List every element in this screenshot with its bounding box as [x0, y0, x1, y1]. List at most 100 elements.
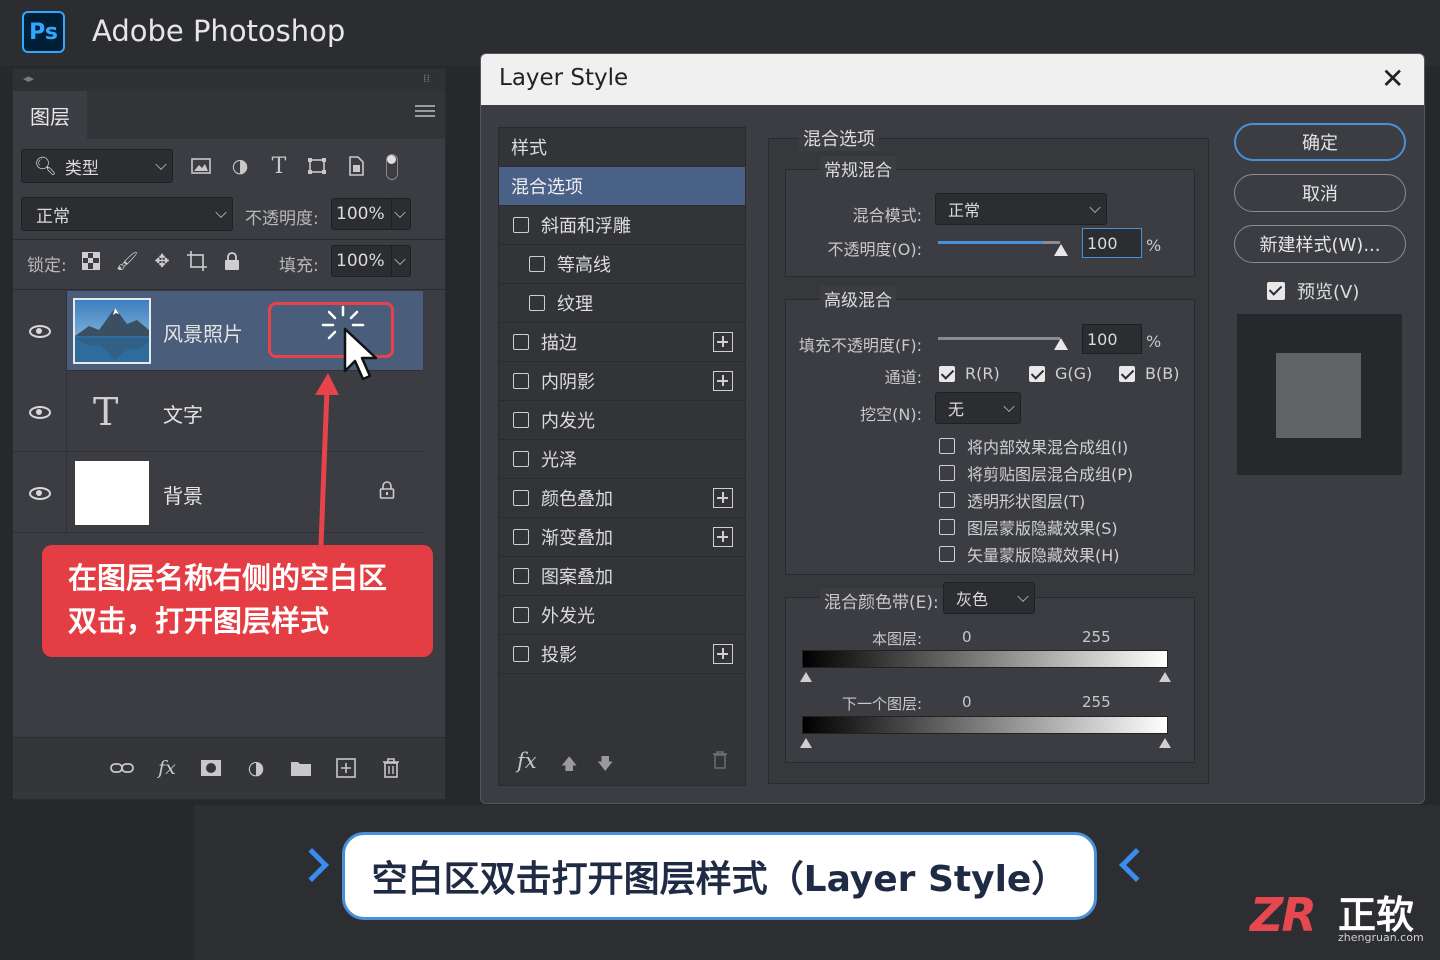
collapse-icon[interactable]: ◂▸ [23, 72, 34, 85]
style-item-contour[interactable]: 等高线 [499, 245, 745, 284]
checkbox[interactable] [939, 492, 955, 508]
new-adjustment-layer-icon[interactable]: ◑ [243, 756, 269, 780]
option-layer-mask-hides[interactable]: 图层蒙版隐藏效果(S) [939, 515, 1118, 539]
smart-object-filter-icon[interactable] [344, 155, 368, 177]
add-effect-icon[interactable] [713, 371, 733, 391]
checkbox[interactable] [513, 568, 529, 584]
delete-layer-icon[interactable] [378, 756, 404, 780]
this-layer-black-slider[interactable] [800, 672, 812, 682]
move-down-icon[interactable]: 🡇 [597, 753, 613, 780]
style-item-bevel-emboss[interactable]: 斜面和浮雕 [499, 206, 745, 245]
panel-drag-strip[interactable]: ◂▸ ⁞⁞ [13, 69, 445, 91]
knockout-select[interactable]: 无 [935, 392, 1021, 424]
channel-g[interactable]: G(G) [1029, 364, 1092, 383]
checkbox[interactable] [939, 546, 955, 562]
blend-if-select[interactable]: 灰色 [943, 582, 1035, 614]
dialog-blend-mode-select[interactable]: 正常 [935, 193, 1107, 225]
new-layer-icon[interactable] [333, 756, 359, 780]
style-item-outer-glow[interactable]: 外发光 [499, 596, 745, 635]
layer-name[interactable]: 背景 [163, 480, 203, 509]
checkbox[interactable] [513, 646, 529, 662]
style-item-inner-shadow[interactable]: 内阴影 [499, 362, 745, 401]
fill-opacity-slider[interactable] [938, 337, 1060, 340]
opacity-slider-thumb[interactable] [1054, 244, 1068, 256]
checkbox[interactable] [513, 607, 529, 623]
dialog-title-bar[interactable]: Layer Style ✕ [481, 54, 1424, 105]
fill-dropdown-button[interactable] [391, 245, 411, 277]
add-mask-icon[interactable] [198, 756, 224, 780]
style-item-color-overlay[interactable]: 颜色叠加 [499, 479, 745, 518]
tab-layers[interactable]: 图层 [13, 91, 87, 139]
fill-opacity-slider-thumb[interactable] [1054, 338, 1068, 350]
cancel-button[interactable]: 取消 [1234, 174, 1406, 212]
checkbox[interactable] [939, 365, 955, 382]
preview-toggle[interactable]: 预览(V) [1267, 278, 1359, 304]
style-item-drop-shadow[interactable]: 投影 [499, 635, 745, 674]
lock-image-pixels-icon[interactable]: 🖌︎ [115, 249, 139, 273]
move-up-icon[interactable]: 🡅 [561, 753, 577, 780]
lock-all-icon[interactable] [220, 249, 244, 273]
style-item-inner-glow[interactable]: 内发光 [499, 401, 745, 440]
link-layers-icon[interactable] [109, 756, 135, 780]
checkbox[interactable] [513, 373, 529, 389]
add-layer-style-icon[interactable]: fx [154, 756, 180, 780]
channel-r[interactable]: R(R) [939, 364, 1000, 383]
dialog-opacity-input[interactable]: 100 [1082, 228, 1142, 258]
add-effect-icon[interactable] [713, 527, 733, 547]
grip-icon[interactable]: ⁞⁞ [423, 72, 430, 85]
this-layer-white-slider[interactable] [1159, 672, 1171, 682]
fill-opacity-input[interactable]: 100 [1082, 324, 1142, 354]
visibility-toggle[interactable] [13, 291, 67, 371]
layer-row-background[interactable]: 背景 [13, 453, 423, 533]
checkbox[interactable] [1119, 365, 1135, 382]
checkbox[interactable] [513, 490, 529, 506]
checkbox[interactable] [1267, 282, 1285, 300]
checkbox[interactable] [513, 334, 529, 350]
style-item-gradient-overlay[interactable]: 渐变叠加 [499, 518, 745, 557]
underlying-black-slider[interactable] [800, 738, 812, 748]
visibility-toggle[interactable] [13, 372, 67, 452]
checkbox[interactable] [529, 295, 545, 311]
new-style-button[interactable]: 新建样式(W)... [1234, 225, 1406, 263]
visibility-toggle[interactable] [13, 453, 67, 533]
opacity-dropdown-button[interactable] [391, 198, 411, 230]
underlying-white-slider[interactable] [1159, 738, 1171, 748]
style-item-satin[interactable]: 光泽 [499, 440, 745, 479]
filter-toggle-switch[interactable] [386, 154, 398, 180]
checkbox[interactable] [513, 529, 529, 545]
add-effect-icon[interactable] [713, 644, 733, 664]
checkbox[interactable] [513, 412, 529, 428]
fx-menu-icon[interactable]: fx [517, 749, 537, 773]
close-icon[interactable]: ✕ [1381, 62, 1404, 95]
checkbox[interactable] [513, 217, 529, 233]
checkbox[interactable] [513, 451, 529, 467]
opacity-slider[interactable] [938, 241, 1060, 244]
option-transparency-shapes[interactable]: 透明形状图层(T) [939, 488, 1085, 512]
lock-transparent-pixels-icon[interactable] [79, 249, 103, 273]
new-group-icon[interactable] [288, 756, 314, 780]
layer-filter-select[interactable]: 🔍︎ 类型 [21, 149, 173, 183]
layer-name[interactable]: 文字 [163, 399, 203, 428]
checkbox[interactable] [1029, 365, 1045, 382]
layer-name[interactable]: 风景照片 [163, 318, 243, 347]
style-item-texture[interactable]: 纹理 [499, 284, 745, 323]
image-filter-icon[interactable] [189, 155, 213, 177]
lock-position-icon[interactable]: ✥ [150, 249, 174, 273]
checkbox[interactable] [939, 438, 955, 454]
shape-filter-icon[interactable] [305, 155, 329, 177]
channel-b[interactable]: B(B) [1119, 364, 1179, 383]
option-blend-interior-effects[interactable]: 将内部效果混合成组(I) [939, 434, 1128, 458]
style-item-pattern-overlay[interactable]: 图案叠加 [499, 557, 745, 596]
add-effect-icon[interactable] [713, 488, 733, 508]
delete-effect-icon[interactable] [712, 751, 728, 773]
style-item-stroke[interactable]: 描边 [499, 323, 745, 362]
checkbox[interactable] [939, 465, 955, 481]
option-vector-mask-hides[interactable]: 矢量蒙版隐藏效果(H) [939, 542, 1120, 566]
lock-artboard-icon[interactable] [185, 249, 209, 273]
panel-menu-icon[interactable] [415, 105, 435, 119]
adjustment-filter-icon[interactable]: ◑ [228, 155, 252, 177]
type-filter-icon[interactable]: T [267, 154, 291, 179]
style-item-blending-options[interactable]: 混合选项 [499, 167, 745, 206]
add-effect-icon[interactable] [713, 332, 733, 352]
checkbox[interactable] [939, 519, 955, 535]
